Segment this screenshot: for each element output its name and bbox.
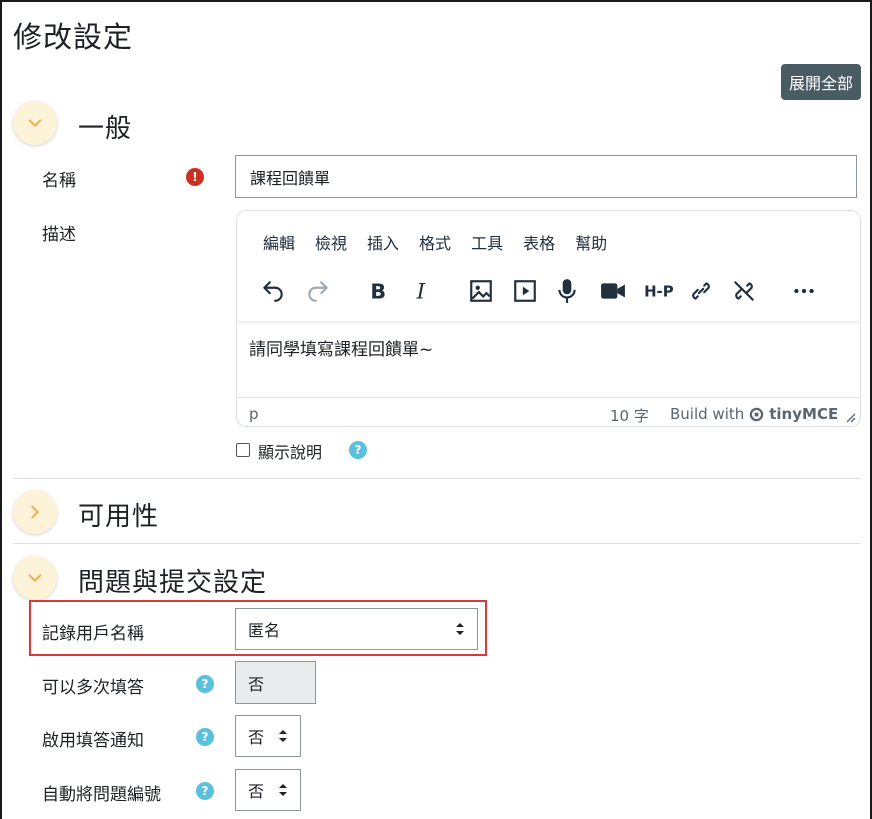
menu-format[interactable]: 格式	[409, 229, 461, 255]
section-general-title: 一般	[78, 114, 133, 144]
section-availability-toggle[interactable]	[13, 490, 57, 534]
italic-button[interactable]: I	[404, 273, 440, 309]
undo-button[interactable]	[255, 273, 291, 309]
divider	[13, 543, 861, 544]
italic-icon: I	[416, 280, 426, 304]
resize-handle-icon[interactable]	[844, 411, 856, 423]
autonumber-label: 自動將問題編號	[42, 785, 161, 805]
autonumber-select[interactable]: 否	[235, 769, 301, 811]
chevron-down-icon	[28, 119, 42, 127]
editor-statusbar: p 10 字 Build with tinyMCE	[237, 397, 860, 426]
settings-page: 修改設定 展開全部 一般 名稱 ! 課程回饋單 描述 編輯 檢視 插入 格式 工…	[0, 0, 872, 819]
bold-button[interactable]: B	[360, 273, 396, 309]
element-path[interactable]: p	[249, 405, 259, 423]
menu-help[interactable]: 幫助	[565, 229, 617, 255]
section-general-toggle[interactable]	[13, 101, 57, 145]
menu-view[interactable]: 檢視	[305, 229, 357, 255]
show-description-checkbox[interactable]	[236, 443, 250, 457]
undo-icon	[263, 281, 283, 302]
notify-select[interactable]: 否	[235, 715, 301, 757]
show-description-label: 顯示說明	[258, 443, 323, 462]
menu-edit[interactable]: 編輯	[253, 229, 305, 255]
image-button[interactable]	[463, 273, 499, 309]
media-button[interactable]	[507, 273, 543, 309]
tinymce-logo-icon	[750, 407, 764, 421]
editor-toolbar: B I H-P	[249, 273, 849, 313]
divider	[13, 478, 861, 479]
select-arrows-icon	[279, 730, 287, 742]
redo-button[interactable]	[300, 273, 336, 309]
section-questions-title: 問題與提交設定	[78, 568, 268, 598]
more-icon	[794, 288, 814, 294]
section-availability-title: 可用性	[78, 502, 160, 532]
more-button[interactable]	[786, 273, 822, 309]
chevron-right-icon	[31, 505, 39, 519]
notify-label: 啟用填答通知	[42, 731, 144, 751]
word-count[interactable]: 10 字	[610, 405, 649, 426]
select-arrows-icon	[279, 784, 287, 796]
unlink-button[interactable]	[726, 273, 762, 309]
record-video-button[interactable]	[595, 273, 631, 309]
page-title: 修改設定	[13, 20, 134, 54]
h5p-icon: H-P	[644, 282, 674, 300]
video-camera-icon	[601, 283, 625, 299]
link-button[interactable]	[683, 273, 719, 309]
notify-help-icon[interactable]: ?	[196, 728, 214, 746]
redo-icon	[308, 281, 328, 302]
tinymce-branding[interactable]: Build with tinyMCE	[670, 405, 838, 423]
required-icon: !	[186, 168, 204, 186]
menu-tools[interactable]: 工具	[461, 229, 513, 255]
svg-text:H-P: H-P	[644, 282, 674, 300]
name-label: 名稱	[42, 171, 76, 191]
media-icon	[514, 280, 536, 302]
expand-all-button[interactable]: 展開全部	[781, 64, 861, 100]
record-user-label: 記錄用戶名稱	[42, 624, 144, 644]
editor-content[interactable]: 請同學填寫課程回饋單~	[249, 335, 433, 360]
description-label: 描述	[42, 225, 76, 245]
image-icon	[470, 280, 492, 302]
h5p-button[interactable]: H-P	[639, 273, 679, 309]
show-description-help-icon[interactable]: ?	[349, 441, 367, 459]
multiple-label: 可以多次填答	[42, 678, 144, 698]
select-arrows-icon	[456, 623, 464, 635]
menu-table[interactable]: 表格	[513, 229, 565, 255]
autonumber-help-icon[interactable]: ?	[196, 782, 214, 800]
bold-icon: B	[370, 280, 386, 304]
microphone-icon	[558, 279, 576, 303]
description-editor: 編輯 檢視 插入 格式 工具 表格 幫助 B I H-P 請同學填寫課程回饋單~…	[236, 210, 861, 427]
svg-text:I: I	[416, 280, 426, 304]
multiple-help-icon[interactable]: ?	[196, 675, 214, 693]
editor-header: 編輯 檢視 插入 格式 工具 表格 幫助 B I H-P	[237, 211, 860, 321]
record-audio-button[interactable]	[549, 273, 585, 309]
link-icon	[692, 282, 710, 300]
record-user-select[interactable]: 匿名	[235, 608, 478, 650]
editor-menubar: 編輯 檢視 插入 格式 工具 表格 幫助	[253, 229, 617, 255]
svg-text:B: B	[370, 280, 386, 304]
unlink-icon	[734, 281, 754, 301]
menu-insert[interactable]: 插入	[357, 229, 409, 255]
multiple-select: 否	[235, 661, 316, 704]
section-questions-toggle[interactable]	[13, 556, 57, 600]
name-input[interactable]: 課程回饋單	[235, 155, 857, 198]
chevron-down-icon	[28, 574, 42, 582]
